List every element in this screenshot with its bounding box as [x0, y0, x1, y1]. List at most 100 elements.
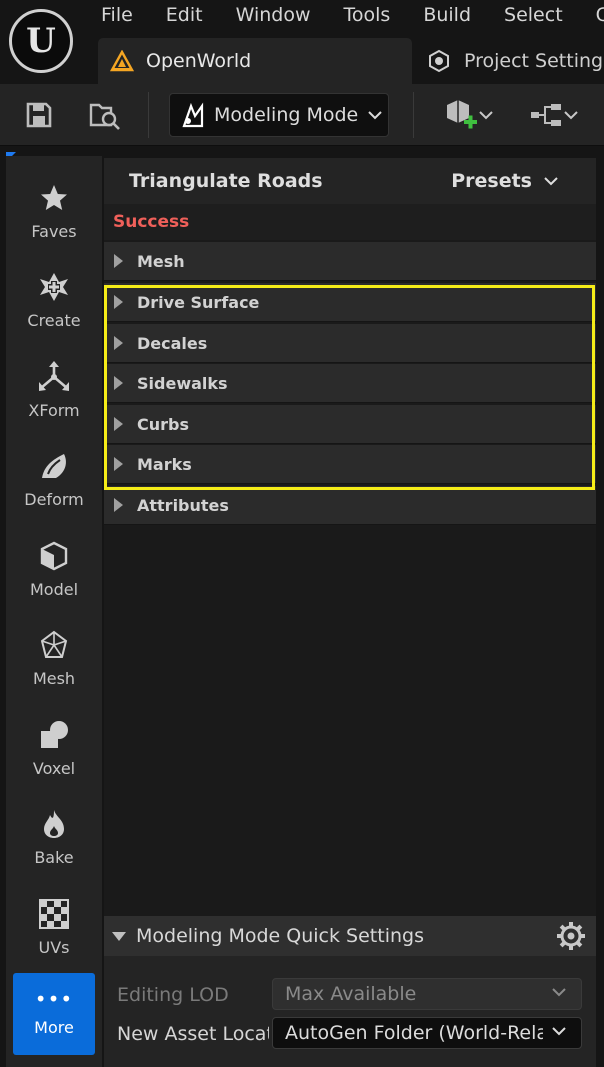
- tool-title: Triangulate Roads: [129, 170, 323, 192]
- add-actor-button[interactable]: [440, 98, 498, 132]
- expand-arrow-icon: [114, 498, 123, 512]
- expand-arrow-icon: [114, 376, 123, 390]
- expand-arrow-icon: [114, 295, 123, 309]
- unreal-logo[interactable]: U: [9, 9, 73, 73]
- panel-header: Triangulate Roads Presets: [104, 158, 596, 204]
- category-label: Faves: [31, 222, 77, 241]
- category-mesh[interactable]: Mesh: [6, 627, 102, 705]
- tab-strip: OpenWorld Project Settings: [0, 38, 604, 84]
- category-label: UVs: [38, 938, 70, 957]
- section-label: Sidewalks: [137, 373, 228, 393]
- modeling-mode-dropdown[interactable]: Modeling Mode: [169, 93, 389, 137]
- editing-lod-label: Editing LOD: [117, 984, 229, 1006]
- status-row: Success: [104, 204, 596, 240]
- menu-more-truncated[interactable]: C: [596, 4, 604, 26]
- mode-label: Modeling Mode: [214, 104, 359, 126]
- tab-project-settings[interactable]: Project Settings: [426, 38, 604, 84]
- main-toolbar: Modeling Mode: [0, 84, 604, 146]
- editing-lod-dropdown[interactable]: Max Available: [272, 978, 582, 1010]
- save-button[interactable]: [22, 98, 56, 132]
- bake-icon: [44, 810, 64, 838]
- category-voxel[interactable]: Voxel: [6, 717, 102, 795]
- menu-file[interactable]: File: [101, 4, 133, 26]
- mesh-icon: [40, 630, 68, 658]
- uvs-icon: [39, 899, 69, 929]
- chevron-down-icon: [552, 1027, 566, 1036]
- section-marks[interactable]: Marks: [104, 445, 596, 484]
- section-label: Curbs: [137, 414, 189, 434]
- deform-icon: [42, 454, 66, 478]
- modeling-mode-icon: [182, 102, 204, 128]
- category-model[interactable]: Model: [6, 538, 102, 616]
- category-label: Create: [27, 311, 81, 330]
- expand-arrow-icon: [114, 254, 123, 268]
- menu-select[interactable]: Select: [504, 4, 563, 26]
- new-asset-location-dropdown[interactable]: AutoGen Folder (World-Relative): [272, 1017, 582, 1049]
- browse-folder-icon: [89, 103, 120, 130]
- section-decales[interactable]: Decales: [104, 324, 596, 363]
- tab-label: OpenWorld: [146, 50, 252, 72]
- gear-icon[interactable]: [556, 921, 586, 951]
- category-deform[interactable]: Deform: [6, 448, 102, 526]
- tool-category-bar: Faves Create XForm Deform Model Mesh Vox…: [6, 156, 102, 1067]
- presets-label: Presets: [451, 170, 532, 192]
- category-bake[interactable]: Bake: [6, 806, 102, 884]
- tab-openworld[interactable]: OpenWorld: [98, 38, 412, 84]
- tab-label: Project Settings: [464, 50, 604, 72]
- category-create[interactable]: Create: [6, 269, 102, 347]
- section-label: Marks: [137, 454, 192, 474]
- blueprint-graph-icon: [531, 104, 561, 126]
- logo-letter: U: [26, 21, 56, 61]
- category-faves[interactable]: Faves: [6, 180, 102, 258]
- voxel-icon: [41, 721, 68, 748]
- presets-dropdown[interactable]: Presets: [451, 170, 558, 192]
- add-actor-icon: [447, 100, 477, 129]
- section-label: Attributes: [137, 495, 229, 515]
- category-label: Model: [29, 580, 79, 599]
- quick-settings-header[interactable]: Modeling Mode Quick Settings: [104, 916, 596, 956]
- section-label: Mesh: [137, 251, 185, 271]
- menu-edit[interactable]: Edit: [166, 4, 203, 26]
- more-button[interactable]: ••• More: [13, 973, 95, 1055]
- collapse-arrow-icon: [112, 931, 126, 941]
- menu-window[interactable]: Window: [236, 4, 311, 26]
- section-curbs[interactable]: Curbs: [104, 405, 596, 444]
- editing-lod-row: Editing LOD Max Available: [104, 976, 596, 1014]
- star-icon: [41, 185, 67, 210]
- section-mesh[interactable]: Mesh: [104, 242, 596, 281]
- menu-build[interactable]: Build: [423, 4, 471, 26]
- new-asset-location-label: New Asset Location: [117, 1023, 269, 1045]
- section-drive-surface[interactable]: Drive Surface: [104, 283, 596, 322]
- editing-lod-value: Max Available: [285, 983, 417, 1005]
- chevron-down-icon: [564, 111, 578, 120]
- section-label: Drive Surface: [137, 292, 260, 312]
- quick-settings-body: Editing LOD Max Available New Asset Loca…: [104, 956, 596, 1067]
- category-label: Voxel: [32, 759, 76, 778]
- toolbar-divider: [413, 92, 414, 138]
- tool-details-panel: Triangulate Roads Presets Success Mesh D…: [104, 158, 596, 916]
- menu-tools[interactable]: Tools: [344, 4, 391, 26]
- new-asset-location-value: AutoGen Folder (World-Relative): [285, 1022, 543, 1044]
- more-label: More: [34, 1017, 74, 1037]
- section-label: Decales: [137, 333, 208, 353]
- toolbar-divider: [148, 92, 149, 138]
- category-label: Bake: [34, 848, 74, 867]
- model-icon: [40, 541, 68, 571]
- level-icon: [110, 50, 134, 72]
- section-sidewalks[interactable]: Sidewalks: [104, 364, 596, 403]
- menu-bar: File Edit Window Tools Build Select C: [0, 0, 604, 38]
- new-asset-location-row: New Asset Location AutoGen Folder (World…: [104, 1015, 596, 1053]
- browse-content-button[interactable]: [88, 98, 122, 132]
- quick-settings-title: Modeling Mode Quick Settings: [136, 925, 424, 947]
- chevron-down-icon: [552, 988, 566, 997]
- category-label: Mesh: [32, 669, 76, 688]
- section-attributes[interactable]: Attributes: [104, 486, 596, 525]
- status-message: Success: [113, 212, 190, 232]
- expand-arrow-icon: [114, 336, 123, 350]
- chevron-down-icon: [479, 111, 493, 120]
- more-dots-icon: •••: [34, 986, 74, 1011]
- category-xform[interactable]: XForm: [6, 359, 102, 437]
- transform-icon: [39, 361, 69, 391]
- blueprints-button[interactable]: [526, 98, 582, 132]
- category-uvs[interactable]: UVs: [6, 896, 102, 974]
